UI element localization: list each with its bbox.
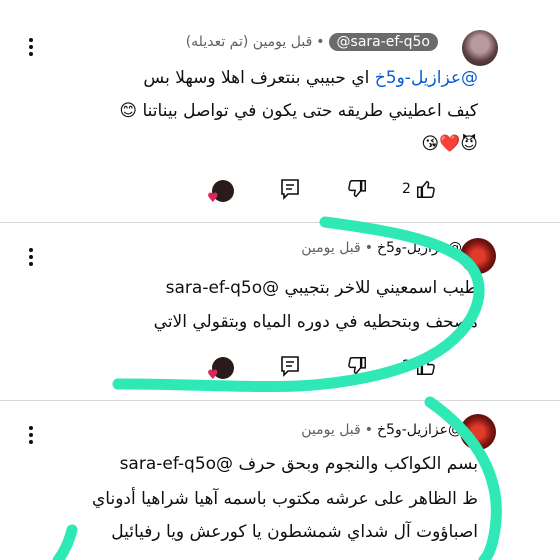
comment-text-line: طيب اسمعيني للاخر بتجيبي @sara-ef-q5o — [165, 278, 478, 298]
heart-icon: ♥ — [207, 191, 219, 206]
author-handle[interactable]: @عزازيل-و5خ — [377, 240, 462, 256]
comment-text-line: مصحف وبتحطيه في دوره المياه وبتقولي الات… — [153, 312, 478, 332]
dislike-button[interactable] — [346, 355, 368, 377]
mention-link[interactable]: @عزازيل-و5خ — [375, 68, 478, 88]
reply-button[interactable] — [280, 178, 300, 200]
reply-icon — [281, 356, 299, 377]
dislike-button[interactable] — [346, 178, 368, 200]
like-icon — [416, 180, 435, 198]
like-count: 2 — [402, 181, 411, 197]
more-vert-icon[interactable] — [28, 38, 34, 56]
dislike-icon — [348, 357, 366, 375]
comment-meta: @sara-ef-q5o•قبل يومين (تم تعديله) — [185, 33, 438, 51]
divider — [0, 222, 560, 223]
edited-label: (تم تعديله) — [185, 34, 249, 50]
author-handle[interactable]: @sara-ef-q5o — [328, 33, 438, 51]
creator-heart: ♥ — [207, 180, 234, 206]
comment-text-line: @عزازيل-و5خ اي حبيبي بنتعرف اهلا وسهلا ب… — [143, 68, 478, 88]
like-button[interactable]: 2 — [402, 355, 437, 377]
reply-icon — [281, 179, 299, 200]
emoji: 😊 — [119, 101, 138, 121]
timestamp: قبل يومين — [252, 34, 313, 50]
more-vert-icon[interactable] — [28, 248, 34, 266]
more-vert-icon[interactable] — [28, 426, 34, 444]
comment-meta: @عزازيل-و5خ•قبل يومين — [301, 422, 462, 438]
heart-icon: ♥ — [207, 368, 219, 383]
mention-link[interactable]: @sara-ef-q5o — [120, 454, 233, 474]
comment-text-line: ظ الظاهر على عرشه مكتوب باسمه آهيا شراهي… — [92, 489, 478, 509]
dislike-icon — [348, 180, 366, 198]
comment-actions: 2 ♥ — [0, 178, 560, 206]
like-count: 2 — [402, 358, 411, 374]
avatar[interactable] — [462, 30, 498, 66]
timestamp: قبل يومين — [301, 240, 361, 256]
comment-meta: @عزازيل-و5خ•قبل يومين — [301, 240, 462, 256]
comment-text-line: اصباؤوت آل شداي شمشطون يا كورعش ويا رفيا… — [111, 522, 478, 542]
like-button[interactable]: 2 — [402, 178, 437, 200]
comment-emoji-line: 😈❤️😘 — [421, 134, 478, 154]
reply-button[interactable] — [280, 355, 300, 377]
comment-text-line: بسم الكواكب والنجوم وبحق حرف @sara-ef-q5… — [119, 454, 478, 474]
avatar[interactable] — [460, 238, 496, 274]
comment-text-line: كيف اعطيني طريقه حتى يكون في تواصل بينات… — [119, 101, 478, 121]
mention-link[interactable]: @sara-ef-q5o — [166, 278, 279, 298]
avatar[interactable] — [460, 414, 496, 450]
creator-heart: ♥ — [207, 357, 234, 383]
comment-actions: 2 ♥ — [0, 355, 560, 383]
like-icon — [416, 357, 435, 375]
divider — [0, 400, 560, 401]
author-handle[interactable]: @عزازيل-و5خ — [377, 422, 462, 438]
timestamp: قبل يومين — [301, 422, 361, 438]
